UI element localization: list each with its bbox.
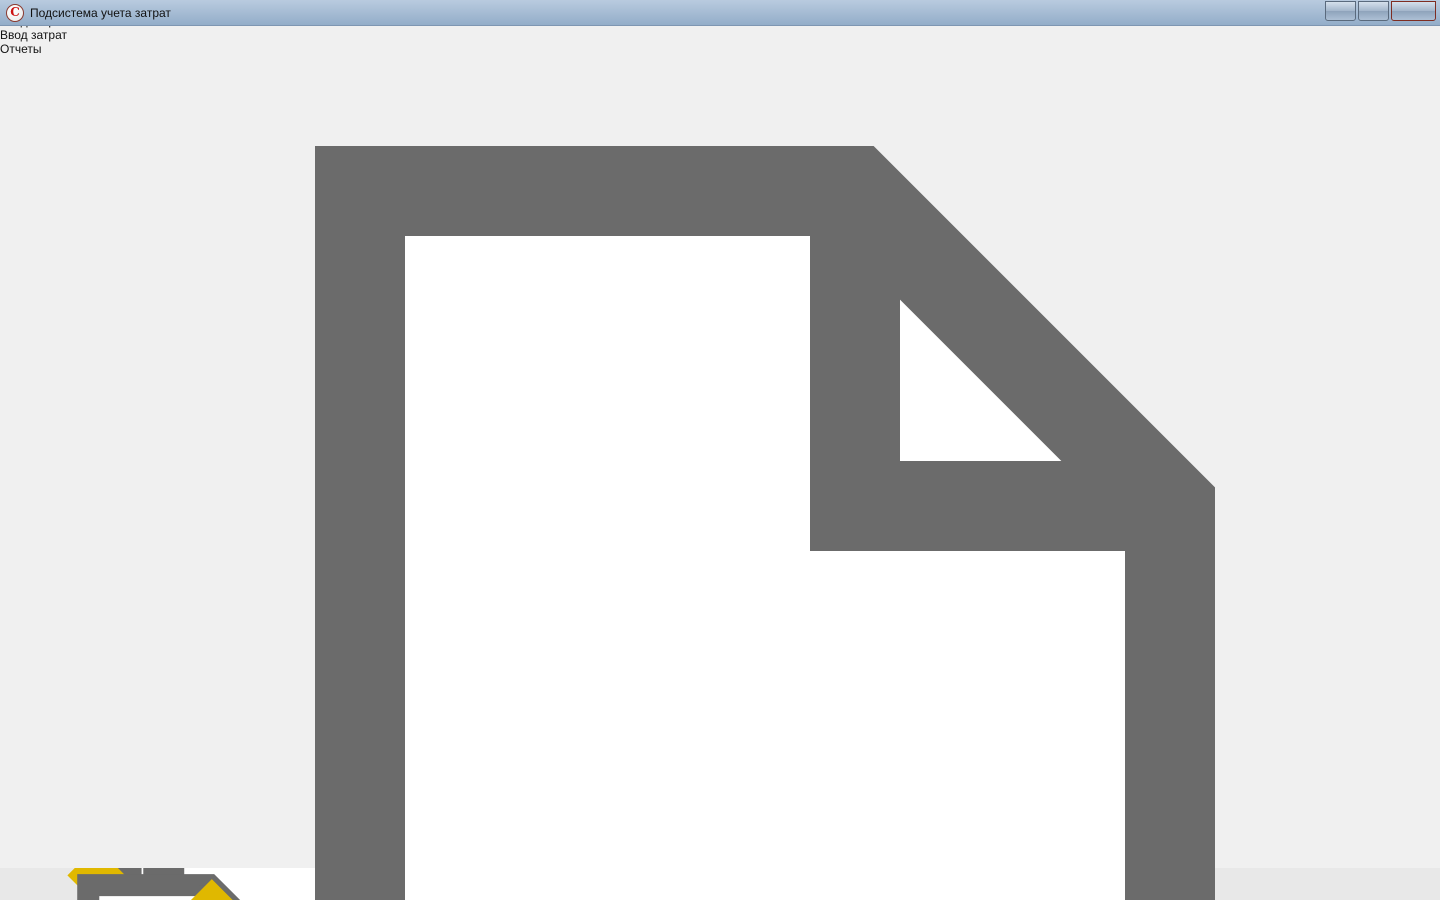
close-button[interactable] bbox=[1391, 1, 1436, 21]
minimize-button[interactable] bbox=[1325, 1, 1356, 21]
app-icon bbox=[6, 4, 24, 22]
main-window: Подсистема учета затрат Система Ввод дан… bbox=[0, 0, 1440, 868]
window-title: Подсистема учета затрат bbox=[30, 6, 171, 20]
title-bar: Подсистема учета затрат bbox=[0, 0, 1440, 26]
restore-button[interactable] bbox=[1358, 1, 1389, 21]
desktop: Подсистема учета затрат Система Ввод дан… bbox=[0, 0, 1440, 900]
main-toolbar bbox=[0, 56, 1440, 900]
tab-reports[interactable]: Отчеты bbox=[0, 42, 47, 56]
tab-cost-entry[interactable]: Ввод затрат bbox=[0, 28, 83, 42]
cost-entry-panel: Передача электроэнергии Год 2012 ▲▼ I кв… bbox=[0, 56, 1440, 900]
